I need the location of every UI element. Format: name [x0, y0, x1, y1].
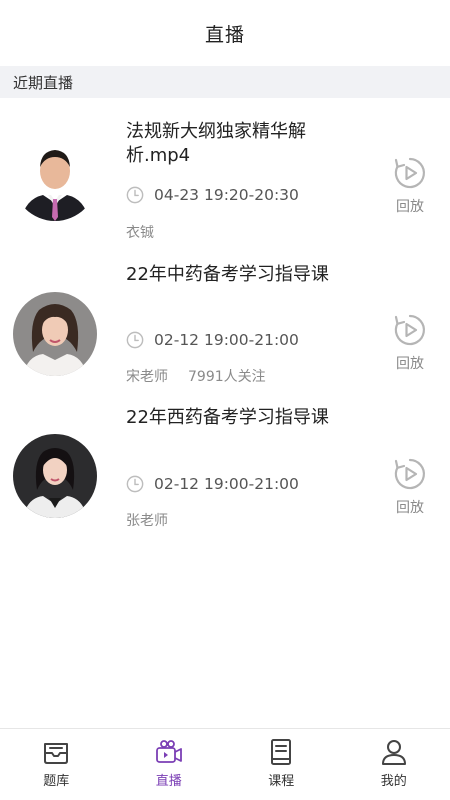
replay-icon — [394, 314, 425, 346]
live-time-row: 02-12 19:00-21:00 — [126, 475, 299, 493]
profile-icon — [381, 740, 406, 765]
replay-button[interactable]: 回放 — [392, 313, 428, 373]
tab-live[interactable]: 直播 — [113, 729, 226, 800]
replay-button[interactable]: 回放 — [392, 156, 428, 216]
teacher-name: 衣铖 — [126, 225, 154, 241]
live-title: 22年中药备考学习指导课 — [126, 264, 329, 285]
live-time-row: 02-12 19:00-21:00 — [126, 331, 299, 349]
live-item[interactable]: 22年中药备考学习指导课 02-12 19:00-21:00 宋老师 7991人… — [0, 256, 450, 402]
replay-icon — [394, 157, 425, 189]
live-time: 02-12 19:00-21:00 — [154, 475, 299, 493]
live-title: 法规新大纲独家精华解析.mp4 — [126, 121, 306, 166]
tab-label: 题库 — [43, 774, 70, 789]
live-time-row: 04-23 19:20-20:30 — [126, 186, 299, 204]
replay-label: 回放 — [396, 199, 424, 215]
question-bank-icon — [44, 743, 69, 764]
live-title: 22年西药备考学习指导课 — [126, 407, 329, 428]
clock-icon — [126, 331, 144, 349]
replay-icon — [394, 458, 425, 490]
live-teacher-row: 张老师 — [126, 510, 168, 530]
tab-profile[interactable]: 我的 — [338, 729, 450, 800]
live-teacher-row: 宋老师 7991人关注 — [126, 366, 266, 386]
live-item[interactable]: 22年西药备考学习指导课 02-12 19:00-21:00 张老师 回放 — [0, 402, 450, 548]
teacher-avatar — [13, 292, 97, 376]
course-book-icon — [271, 739, 292, 765]
top-bar: 直播 — [0, 0, 450, 66]
follower-count: 7991人关注 — [188, 369, 266, 385]
bottom-tab-bar: 题库 直播 课程 我的 — [0, 728, 450, 800]
replay-button[interactable]: 回放 — [392, 457, 428, 517]
page-title: 直播 — [204, 23, 245, 46]
tab-label: 我的 — [380, 774, 407, 789]
tab-courses[interactable]: 课程 — [225, 729, 338, 800]
clock-icon — [126, 475, 144, 493]
tab-label: 课程 — [268, 774, 295, 789]
replay-label: 回放 — [396, 356, 424, 372]
teacher-avatar — [13, 137, 97, 221]
clock-icon — [126, 186, 144, 204]
live-item[interactable]: 法规新大纲独家精华解析.mp4 04-23 19:20-20:30 衣铖 回放 — [0, 98, 450, 256]
live-time: 02-12 19:00-21:00 — [154, 331, 299, 349]
live-teacher-row: 衣铖 — [126, 222, 154, 242]
teacher-name: 宋老师 — [126, 369, 168, 385]
tab-label: 直播 — [155, 774, 182, 789]
section-header: 近期直播 — [0, 66, 450, 98]
tab-question-bank[interactable]: 题库 — [0, 729, 113, 800]
teacher-avatar — [13, 434, 97, 518]
live-list: 法规新大纲独家精华解析.mp4 04-23 19:20-20:30 衣铖 回放 — [0, 98, 450, 548]
live-time: 04-23 19:20-20:30 — [154, 186, 299, 204]
replay-label: 回放 — [396, 500, 424, 516]
section-title: 近期直播 — [13, 73, 74, 92]
live-camera-icon — [155, 740, 182, 763]
teacher-name: 张老师 — [126, 513, 168, 529]
